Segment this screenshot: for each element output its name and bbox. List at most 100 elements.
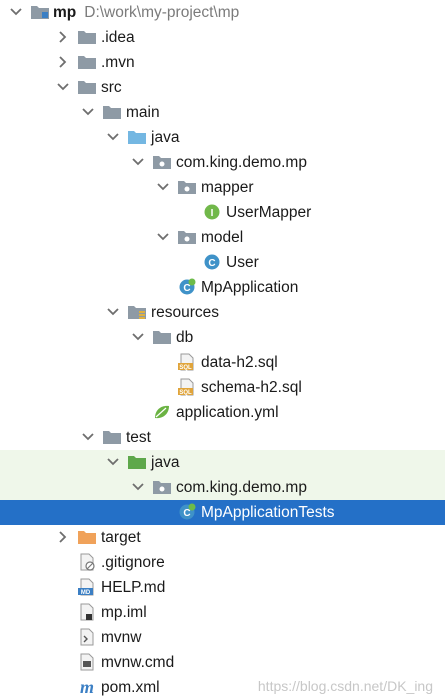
tree-item-label: java (151, 450, 179, 475)
item-name: User (226, 254, 259, 271)
tree-item-label: User (226, 250, 259, 275)
tree-item-label: .mvn (101, 50, 135, 75)
tree-row[interactable]: mp D:\work\my-project\mp (0, 0, 445, 25)
excluded-folder-icon (77, 525, 97, 550)
item-name: UserMapper (226, 204, 312, 221)
tree-item-label: com.king.demo.mp (176, 475, 307, 500)
tree-row[interactable]: MD HELP.md (0, 575, 445, 600)
item-name: resources (151, 304, 220, 321)
ignore-file-icon (77, 550, 97, 575)
item-name: model (201, 229, 244, 246)
tree-row[interactable]: main (0, 100, 445, 125)
item-name: .gitignore (101, 554, 165, 571)
project-path: D:\work\my-project\mp (84, 4, 240, 21)
chevron-right-icon[interactable] (56, 525, 70, 550)
tree-row[interactable]: target (0, 525, 445, 550)
item-name: pom.xml (101, 679, 160, 696)
tree-row[interactable]: application.yml (0, 400, 445, 425)
item-name: MpApplication (201, 279, 299, 296)
tree-row[interactable]: SQL schema-h2.sql (0, 375, 445, 400)
tree-row[interactable]: resources (0, 300, 445, 325)
tree-item-label: mvnw (101, 625, 141, 650)
tree-row[interactable]: db (0, 325, 445, 350)
chevron-down-icon[interactable] (106, 450, 120, 475)
item-name: target (101, 529, 141, 546)
tree-row[interactable]: .idea (0, 25, 445, 50)
folder-icon (152, 325, 172, 350)
tree-row[interactable]: mapper (0, 175, 445, 200)
item-name: mvnw.cmd (101, 654, 175, 671)
tree-row[interactable]: C MpApplicationTests (0, 500, 445, 525)
spring-boot-class-icon: C (177, 275, 197, 300)
item-name: mapper (201, 179, 254, 196)
chevron-down-icon[interactable] (131, 475, 145, 500)
tree-row[interactable]: SQL data-h2.sql (0, 350, 445, 375)
package-icon (177, 225, 197, 250)
tree-item-label: main (126, 100, 160, 125)
tree-row[interactable]: .gitignore (0, 550, 445, 575)
item-name: src (101, 79, 122, 96)
tree-item-label: MpApplication (201, 275, 298, 300)
script-file-icon (77, 625, 97, 650)
item-name: MpApplicationTests (201, 504, 335, 521)
chevron-down-icon[interactable] (106, 125, 120, 150)
tree-row[interactable]: java (0, 450, 445, 475)
tree-row[interactable]: mp.iml (0, 600, 445, 625)
tree-item-label: model (201, 225, 243, 250)
package-icon (152, 150, 172, 175)
chevron-down-icon[interactable] (156, 225, 170, 250)
tree-item-label: MpApplicationTests (201, 500, 335, 525)
tree-row[interactable]: model (0, 225, 445, 250)
tree-row[interactable]: mvnw (0, 625, 445, 650)
tree-item-label: test (126, 425, 151, 450)
folder-icon (77, 25, 97, 50)
tree-item-label: mvnw.cmd (101, 650, 174, 675)
item-name: main (126, 104, 160, 121)
chevron-down-icon[interactable] (9, 0, 23, 25)
tree-item-label: mapper (201, 175, 254, 200)
svg-text:I: I (211, 208, 214, 219)
tree-row[interactable]: test (0, 425, 445, 450)
chevron-down-icon[interactable] (131, 150, 145, 175)
chevron-right-icon[interactable] (56, 50, 70, 75)
folder-icon (102, 100, 122, 125)
item-name: mvnw (101, 629, 142, 646)
tree-row[interactable]: .mvn (0, 50, 445, 75)
item-name: HELP.md (101, 579, 166, 596)
tree-item-label: .gitignore (101, 550, 165, 575)
iml-file-icon (77, 600, 97, 625)
package-icon (152, 475, 172, 500)
tree-item-label: mp.iml (101, 600, 147, 625)
maven-pom-icon: m (77, 675, 97, 700)
chevron-down-icon[interactable] (81, 425, 95, 450)
tree-row[interactable]: src (0, 75, 445, 100)
svg-text:C: C (183, 508, 190, 519)
chevron-down-icon[interactable] (81, 100, 95, 125)
tree-row[interactable]: com.king.demo.mp (0, 150, 445, 175)
tree-item-label: src (101, 75, 122, 100)
tree-row[interactable]: C User (0, 250, 445, 275)
chevron-down-icon[interactable] (106, 300, 120, 325)
tree-row[interactable]: mvnw.cmd (0, 650, 445, 675)
item-name: .idea (101, 29, 135, 46)
svg-text:SQL: SQL (179, 390, 192, 396)
svg-text:SQL: SQL (179, 365, 192, 371)
item-name: test (126, 429, 151, 446)
tree-item-label: mp D:\work\my-project\mp (53, 0, 239, 25)
sql-file-icon: SQL (177, 375, 197, 400)
tree-row[interactable]: I UserMapper (0, 200, 445, 225)
tree-item-label: pom.xml (101, 675, 160, 700)
folder-icon (77, 75, 97, 100)
chevron-right-icon[interactable] (56, 25, 70, 50)
chevron-down-icon[interactable] (156, 175, 170, 200)
tree-row[interactable]: com.king.demo.mp (0, 475, 445, 500)
svg-text:MD: MD (81, 590, 91, 596)
chevron-down-icon[interactable] (131, 325, 145, 350)
sql-file-icon: SQL (177, 350, 197, 375)
tree-row[interactable]: C MpApplication (0, 275, 445, 300)
chevron-down-icon[interactable] (56, 75, 70, 100)
tree-row[interactable]: java (0, 125, 445, 150)
module-folder-icon (30, 0, 50, 25)
item-name: .mvn (101, 54, 135, 71)
item-name: mp (53, 4, 77, 21)
